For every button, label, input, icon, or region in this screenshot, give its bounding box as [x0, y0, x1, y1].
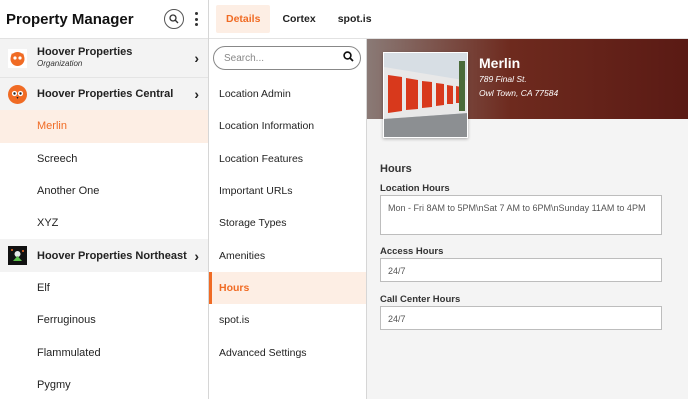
group-name: Hoover Properties Northeast — [37, 249, 187, 262]
menu-search-box[interactable] — [213, 46, 361, 70]
group-name: Hoover Properties Central — [37, 88, 174, 101]
tree-location-another-one[interactable]: Another One — [0, 175, 208, 207]
search-input[interactable] — [224, 52, 343, 64]
menu-item-location-features[interactable]: Location Features — [209, 143, 366, 175]
left-header: Property Manager — [0, 0, 208, 39]
menu-item-spot-is[interactable]: spot.is — [209, 304, 366, 336]
settings-menu-panel: Location Admin Location Information Loca… — [209, 39, 367, 399]
tree-org-hoover-properties[interactable]: Hoover Properties Organization › — [0, 39, 208, 78]
call-center-hours-label: Call Center Hours — [380, 294, 461, 305]
tree-group-central[interactable]: Hoover Properties Central › — [0, 78, 208, 111]
property-tree-panel: Property Manager Hoover Properties Organ… — [0, 0, 209, 399]
tree-group-northeast[interactable]: Hoover Properties Northeast › — [0, 239, 208, 272]
top-tabs: Details Cortex spot.is — [209, 0, 688, 39]
tab-cortex[interactable]: Cortex — [272, 5, 325, 33]
call-center-hours-field[interactable]: 24/7 — [380, 306, 662, 330]
owl-logo-icon — [8, 84, 27, 104]
org-name: Hoover Properties — [37, 46, 133, 58]
hours-section-title: Hours — [380, 163, 412, 175]
tree-location-screech[interactable]: Screech — [0, 143, 208, 175]
tree-location-elf[interactable]: Elf — [0, 272, 208, 304]
menu-item-amenities[interactable]: Amenities — [209, 239, 366, 271]
tree-location-xyz[interactable]: XYZ — [0, 207, 208, 239]
tree-location-flammulated[interactable]: Flammulated — [0, 336, 208, 368]
menu-item-location-information[interactable]: Location Information — [209, 110, 366, 142]
location-detail-panel: Merlin 789 Final St. Owl Town, CA 77584 … — [367, 39, 688, 399]
menu-item-advanced-settings[interactable]: Advanced Settings — [209, 336, 366, 368]
chevron-right-icon[interactable]: › — [194, 86, 199, 102]
location-address-street: 789 Final St. — [479, 74, 527, 84]
location-photo — [383, 52, 468, 138]
location-hours-label: Location Hours — [380, 183, 450, 194]
access-hours-label: Access Hours — [380, 246, 444, 257]
menu-item-important-urls[interactable]: Important URLs — [209, 175, 366, 207]
search-icon[interactable] — [164, 9, 184, 29]
hoover-logo-icon — [8, 48, 27, 68]
org-type: Organization — [37, 59, 83, 68]
location-hours-field[interactable]: Mon - Fri 8AM to 5PM\nSat 7 AM to 6PM\nS… — [380, 195, 662, 235]
location-address-city: Owl Town, CA 77584 — [479, 88, 559, 98]
menu-item-storage-types[interactable]: Storage Types — [209, 207, 366, 239]
tab-spot-is[interactable]: spot.is — [328, 5, 382, 33]
chevron-right-icon[interactable]: › — [194, 50, 199, 66]
access-hours-field[interactable]: 24/7 — [380, 258, 662, 282]
northeast-logo-icon — [8, 246, 27, 266]
tree-location-merlin[interactable]: Merlin — [0, 110, 208, 143]
app-title: Property Manager — [6, 10, 134, 28]
tree-location-ferruginous[interactable]: Ferruginous — [0, 304, 208, 336]
tree-location-pygmy[interactable]: Pygmy — [0, 369, 208, 399]
location-name: Merlin — [479, 55, 521, 71]
settings-menu: Location Admin Location Information Loca… — [209, 78, 366, 369]
tab-details[interactable]: Details — [216, 5, 271, 33]
search-icon[interactable] — [343, 49, 354, 67]
chevron-right-icon[interactable]: › — [194, 248, 199, 264]
menu-item-hours[interactable]: Hours — [209, 271, 366, 305]
kebab-menu-icon[interactable] — [193, 12, 199, 26]
menu-item-location-admin[interactable]: Location Admin — [209, 78, 366, 110]
